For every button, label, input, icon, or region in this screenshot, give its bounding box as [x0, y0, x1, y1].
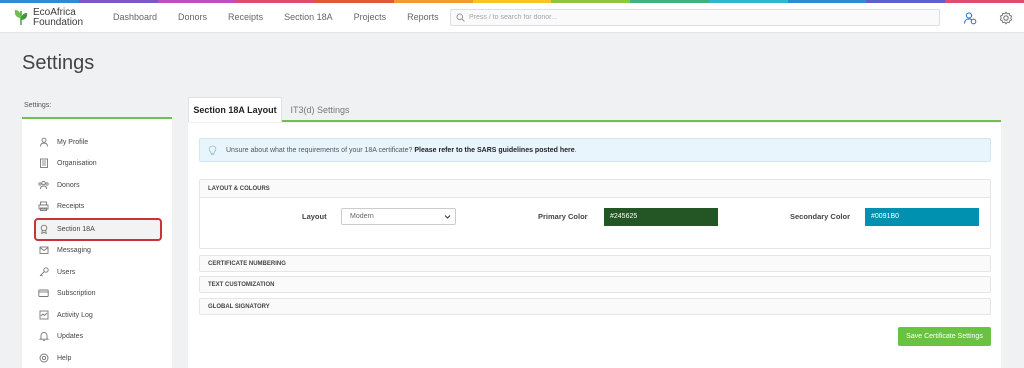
secondary-color-input[interactable]: #0091B0	[865, 208, 979, 226]
search-box	[450, 9, 940, 26]
card-icon	[38, 288, 49, 299]
sidebar-item-label: Activity Log	[57, 311, 93, 319]
layout-selected-value: Modern	[350, 213, 374, 220]
secondary-color-label: Secondary Color	[790, 212, 851, 221]
tab-section-18a-layout[interactable]: Section 18A Layout	[188, 97, 282, 122]
nav-projects[interactable]: Projects	[354, 12, 387, 22]
sidebar-item-label: Donors	[57, 181, 80, 189]
nav-reports[interactable]: Reports	[407, 12, 439, 22]
user-switch-icon[interactable]	[963, 11, 977, 25]
save-certificate-settings-button[interactable]: Save Certificate Settings	[898, 327, 991, 346]
sidebar-item-label: Users	[57, 268, 76, 276]
sidebar-item-subscription[interactable]: Subscription	[38, 286, 96, 300]
brand-line2: Foundation	[33, 17, 84, 28]
sars-guidelines-link[interactable]: Please refer to the SARS guidelines post…	[414, 147, 574, 154]
layout-select[interactable]: Modern	[341, 208, 456, 225]
sidebar-item-label: Subscription	[57, 289, 96, 297]
donors-icon	[38, 180, 49, 191]
info-text: Unsure about what the requirements of yo…	[226, 147, 577, 154]
sidebar-heading: Settings:	[24, 102, 52, 109]
layout-colours-heading[interactable]: LAYOUT & COLOURS	[208, 186, 270, 192]
gear-icon[interactable]	[999, 11, 1013, 25]
sidebar-item-label: Receipts	[57, 202, 85, 210]
primary-color-label: Primary Color	[538, 212, 588, 221]
sidebar-item-label: Organisation	[57, 159, 97, 167]
layout-label: Layout	[302, 212, 327, 221]
sidebar-item-organisation[interactable]: Organisation	[38, 156, 97, 170]
certificate-icon	[38, 224, 49, 235]
search-input[interactable]	[469, 11, 929, 24]
main-nav: Dashboard Donors Receipts Section 18A Pr…	[113, 12, 460, 22]
settings-tabs: Section 18A Layout IT3(d) Settings	[188, 97, 1001, 122]
global-signatory-panel[interactable]: GLOBAL SIGNATORY	[199, 298, 991, 315]
building-icon	[38, 158, 49, 169]
sidebar-item-section-18a[interactable]: Section 18A	[38, 222, 95, 236]
global-signatory-heading: GLOBAL SIGNATORY	[208, 304, 270, 310]
sidebar-item-help[interactable]: Help	[38, 351, 71, 365]
sidebar-item-label: Section 18A	[57, 225, 95, 233]
activity-icon	[38, 310, 49, 321]
tab-content: Unsure about what the requirements of yo…	[188, 123, 1001, 368]
user-icon	[38, 137, 49, 148]
sidebar-item-my-profile[interactable]: My Profile	[38, 135, 88, 149]
envelope-icon	[38, 245, 49, 256]
page-title: Settings	[22, 52, 95, 74]
info-suffix: .	[574, 147, 577, 154]
sidebar-item-label: Updates	[57, 332, 84, 340]
layout-colours-body: Layout Modern Primary Color #245625 Seco…	[200, 197, 990, 248]
nav-donors[interactable]: Donors	[178, 12, 207, 22]
sidebar-item-updates[interactable]: Updates	[38, 329, 83, 343]
chevron-down-icon	[444, 215, 451, 219]
search-icon	[456, 13, 465, 22]
bell-icon	[38, 331, 49, 342]
info-alert: Unsure about what the requirements of yo…	[199, 138, 991, 162]
lightbulb-icon	[208, 145, 217, 156]
sidebar-item-label: Messaging	[57, 246, 91, 254]
sidebar-item-receipts[interactable]: Receipts	[38, 199, 84, 213]
text-customization-panel[interactable]: TEXT CUSTOMIZATION	[199, 276, 991, 293]
sidebar-item-users[interactable]: Users	[38, 265, 75, 279]
receipt-icon	[38, 201, 49, 212]
brand-logo[interactable]: EcoAfrica Foundation	[13, 7, 93, 29]
nav-receipts[interactable]: Receipts	[228, 12, 263, 22]
nav-section-18a[interactable]: Section 18A	[284, 12, 333, 22]
nav-dashboard[interactable]: Dashboard	[113, 12, 157, 22]
sidebar-item-activity-log[interactable]: Activity Log	[38, 308, 93, 322]
sidebar-item-messaging[interactable]: Messaging	[38, 243, 91, 257]
certificate-numbering-heading: CERTIFICATE NUMBERING	[208, 261, 286, 267]
layout-colours-panel: LAYOUT & COLOURS Layout Modern Primary C…	[199, 179, 991, 249]
primary-color-input[interactable]: #245625	[604, 208, 718, 226]
leaf-logo-icon	[14, 10, 28, 26]
tab-it3d-settings[interactable]: IT3(d) Settings	[285, 97, 355, 122]
sidebar-item-label: My Profile	[57, 138, 89, 146]
info-message: Unsure about what the requirements of yo…	[226, 147, 413, 154]
text-customization-heading: TEXT CUSTOMIZATION	[208, 282, 275, 288]
certificate-numbering-panel[interactable]: CERTIFICATE NUMBERING	[199, 255, 991, 272]
settings-sidebar: My Profile Organisation Donors Receipts …	[22, 117, 172, 368]
help-icon	[38, 353, 49, 364]
key-icon	[38, 267, 49, 278]
top-navbar: EcoAfrica Foundation Dashboard Donors Re…	[0, 3, 1024, 33]
sidebar-item-donors[interactable]: Donors	[38, 178, 80, 192]
sidebar-item-label: Help	[57, 354, 72, 362]
